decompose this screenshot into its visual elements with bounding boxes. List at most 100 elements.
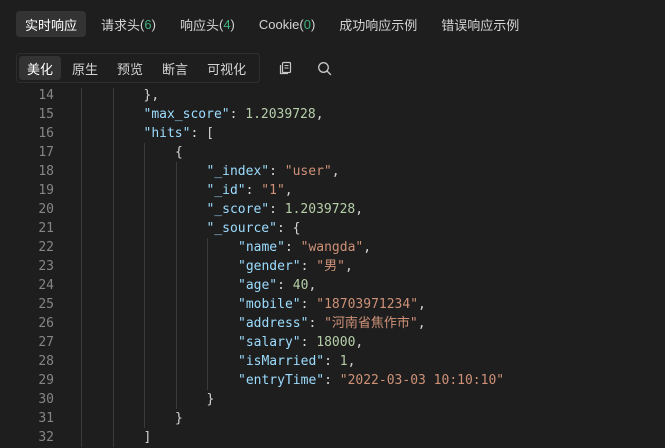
tab-request-headers[interactable]: 请求头(6): [92, 11, 165, 37]
view-toolbar: 美化 原生 预览 断言 可视化: [16, 53, 336, 83]
view-raw[interactable]: 原生: [64, 56, 106, 80]
code-text: "_score": 1.2039728,: [207, 200, 364, 219]
indent-guide: [175, 238, 177, 257]
search-button[interactable]: [312, 56, 336, 80]
code-text: "address": "河南省焦作市",: [238, 314, 426, 333]
code-text: "isMarried": 1,: [238, 352, 355, 371]
json-key: "max_score": [143, 107, 230, 122]
json-punct: :: [308, 316, 325, 331]
code-text: }: [175, 409, 183, 428]
view-beautify[interactable]: 美化: [19, 56, 62, 80]
indent-guide: [112, 88, 114, 105]
json-punct: : [: [190, 126, 214, 141]
code-text: "hits": [: [144, 124, 214, 143]
indent-guide: [175, 162, 177, 181]
response-body-code[interactable]: 14}, 15 "max_score": 1.2039728, 16 "hits": […: [0, 88, 665, 448]
indent-guide: [81, 333, 82, 352]
line-number: 24: [38, 278, 54, 293]
indent-guide: [81, 371, 82, 390]
indent-guide: [144, 409, 145, 428]
indent-guide: [81, 181, 82, 200]
indent-guide: [144, 181, 145, 200]
indent-guide: [81, 200, 82, 219]
view-preview[interactable]: 预览: [109, 56, 151, 80]
json-key: "_score": [206, 202, 270, 217]
json-key: "age": [238, 278, 278, 293]
code-line: 25 "mobile": "18703971234",: [0, 295, 665, 314]
code-line: 29 "entryTime": "2022-03-03 10:10:10": [0, 371, 665, 390]
indent-guide: [175, 295, 177, 314]
tab-count-close: ): [310, 16, 316, 32]
tab-label: 成功响应示例: [339, 17, 418, 33]
indent-guide: [175, 371, 177, 390]
line-number: 19: [38, 183, 54, 198]
indent-guide: [112, 333, 114, 352]
indent-guide: [112, 428, 114, 447]
json-punct: },: [143, 88, 160, 103]
tab-cookie[interactable]: Cookie(0): [250, 11, 324, 37]
line-number: 26: [38, 316, 54, 331]
indent-guide: [207, 371, 208, 390]
tab-response-headers[interactable]: 响应头(4): [171, 11, 244, 37]
code-line: 28 "isMarried": 1,: [0, 352, 665, 371]
json-key: "isMarried": [238, 354, 325, 369]
tab-label: 实时响应: [25, 17, 78, 33]
indent-guide: [207, 333, 208, 352]
json-punct: }: [175, 411, 183, 426]
json-key: "address": [238, 316, 309, 331]
copy-button[interactable]: [274, 56, 298, 80]
code-text: "name": "wangda",: [238, 238, 371, 257]
indent-guide: [81, 352, 82, 371]
tab-count: 4: [223, 16, 231, 32]
indent-guide: [81, 390, 82, 409]
indent-guide: [112, 390, 114, 409]
indent-guide: [175, 352, 177, 371]
tab-error-example[interactable]: 错误响应示例: [432, 11, 528, 37]
line-number: 18: [38, 164, 54, 179]
indent-guide: [207, 295, 208, 314]
code-text: "entryTime": "2022-03-03 10:10:10": [238, 371, 504, 390]
line-number: 28: [38, 354, 54, 369]
indent-guide: [144, 257, 145, 276]
tab-count-close: ): [151, 16, 156, 32]
code-line: 27 "salary": 18000,: [0, 333, 665, 352]
indent-guide: [207, 257, 208, 276]
json-punct: :: [229, 107, 246, 122]
line-number: 30: [38, 392, 54, 407]
tab-live-response[interactable]: 实时响应: [16, 11, 87, 37]
json-punct: }: [206, 392, 215, 407]
indent-guide: [207, 276, 208, 295]
json-punct: ,: [355, 335, 364, 350]
view-visualize[interactable]: 可视化: [199, 56, 254, 80]
indent-guide: [144, 162, 145, 181]
response-tabs: 实时响应 请求头(6) 响应头(4) Cookie(0) 成功响应示例 错误响应示例: [0, 0, 665, 48]
indent-guide: [175, 276, 177, 295]
line-number: 15: [38, 107, 54, 122]
json-key: "entryTime": [238, 373, 325, 388]
line-number: 25: [38, 297, 54, 312]
view-assert[interactable]: 断言: [154, 56, 196, 80]
json-string: "2022-03-03 10:10:10": [339, 373, 505, 388]
indent-guide: [144, 333, 145, 352]
indent-guide: [144, 352, 145, 371]
code-text: ]: [144, 428, 152, 447]
json-punct: :: [300, 335, 317, 350]
indent-guide: [81, 295, 82, 314]
indent-guide: [112, 238, 114, 257]
json-punct: ,: [363, 240, 372, 255]
code-line: 15 "max_score": 1.2039728,: [0, 105, 665, 124]
tab-success-example[interactable]: 成功响应示例: [330, 11, 426, 37]
json-punct: ,: [308, 278, 317, 293]
json-key: "salary": [238, 335, 301, 350]
indent-guide: [112, 162, 114, 181]
code-line: 22 "name": "wangda",: [0, 238, 665, 257]
indent-guide: [81, 105, 82, 124]
indent-guide: [175, 390, 177, 409]
indent-guide: [175, 181, 177, 200]
indent-guide: [175, 219, 177, 238]
indent-guide: [144, 390, 145, 409]
line-number: 14: [38, 88, 54, 103]
json-punct: ,: [284, 183, 293, 198]
line-number: 32: [38, 430, 54, 445]
json-string: "wangda": [300, 240, 364, 255]
